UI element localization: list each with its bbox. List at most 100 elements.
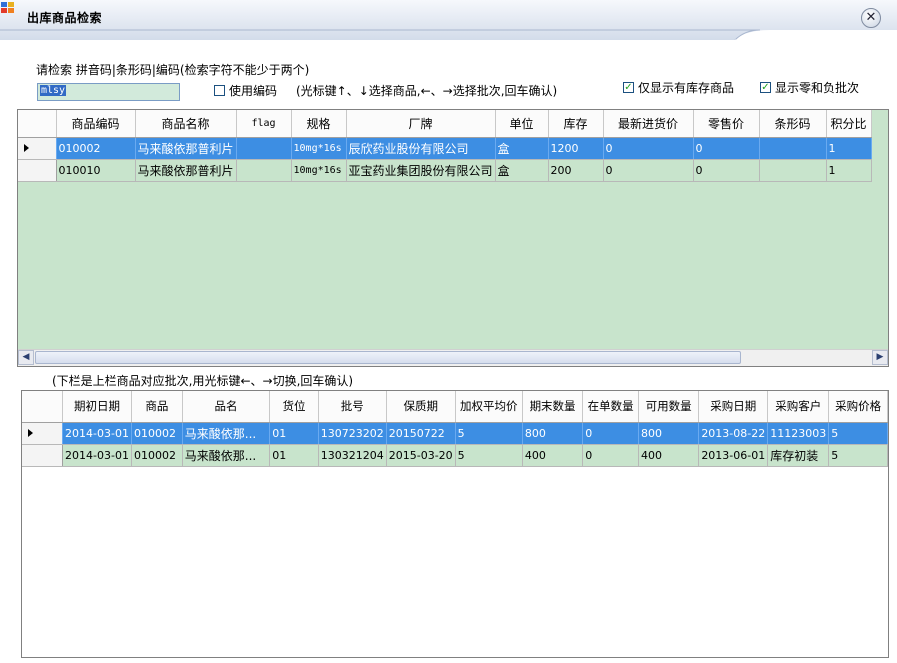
cell: 10mg*16s [291,137,347,160]
cell [236,137,292,160]
cell: 2014-03-01 [62,444,132,467]
table-row[interactable]: 2014-03-01 010002 马来酸依那... 01 130723202 … [22,422,888,445]
title-bar-background [0,0,897,40]
product-grid[interactable]: 商品编码 商品名称 flag 规格 厂牌 单位 库存 最新进货价 零售价 条形码… [17,109,889,367]
col-header[interactable]: 商品编码 [56,110,136,138]
batch-grid[interactable]: 期初日期 商品 品名 货位 批号 保质期 加权平均价 期末数量 在单数量 可用数… [21,390,889,658]
cell: 2015-03-20 [386,444,456,467]
col-header[interactable]: 积分比 [826,110,872,138]
col-header[interactable]: 在单数量 [582,391,640,423]
cell: 0 [603,159,694,182]
batch-table: 期初日期 商品 品名 货位 批号 保质期 加权平均价 期末数量 在单数量 可用数… [22,391,888,467]
cell [236,159,292,182]
cell: 马来酸依那... [182,422,271,445]
product-table: 商品编码 商品名称 flag 规格 厂牌 单位 库存 最新进货价 零售价 条形码… [18,110,872,182]
col-header[interactable]: 批号 [318,391,387,423]
col-header[interactable]: 可用数量 [638,391,700,423]
window-title: 出库商品检索 [27,11,103,25]
show-zero-neg-checkbox[interactable]: ✓ 显示零和负批次 [760,79,859,96]
cell: 0 [603,137,694,160]
horizontal-scrollbar[interactable]: ◀ ▶ [18,349,888,366]
only-stock-label: 仅显示有库存商品 [638,81,735,95]
cell: 400 [522,444,584,467]
use-code-label: 使用编码 [229,84,278,98]
use-code-checkbox[interactable]: 使用编码 [214,82,277,99]
cell: 马来酸依那普利片 [135,137,237,160]
cell: 1 [826,137,872,160]
cell: 010002 [56,137,136,160]
col-header[interactable]: 加权平均价 [455,391,523,423]
cell [759,137,827,160]
col-header[interactable]: 条形码 [759,110,827,138]
cell: 1 [826,159,872,182]
checkmark-icon: ✓ [623,82,634,93]
row-pointer [22,422,64,445]
checkmark-icon: ✓ [760,82,771,93]
search-input[interactable]: mlsy [37,83,180,101]
cell: 130723202 [318,422,387,445]
cell: 2013-08-22 [698,422,769,445]
col-header[interactable]: 货位 [269,391,319,423]
keyboard-hint: (光标键↑、↓选择商品,←、→选择批次,回车确认) [296,84,558,98]
table-row[interactable]: 2014-03-01 010002 马来酸依那... 01 130321204 … [22,444,888,467]
col-header[interactable]: 采购价格 [828,391,888,423]
current-row-arrow-icon [24,143,29,152]
cell: 5 [455,422,523,445]
cell: 010002 [131,444,183,467]
cell: 5 [828,422,888,445]
only-stock-checkbox[interactable]: ✓ 仅显示有库存商品 [623,79,734,96]
cell: 20150722 [386,422,456,445]
col-header[interactable]: 规格 [291,110,347,138]
cell: 盒 [495,159,549,182]
cell: 800 [638,422,700,445]
title-bar: 出库商品检索 ✕ [0,0,897,40]
col-header[interactable]: 期初日期 [62,391,132,423]
cell: 5 [455,444,523,467]
table-row[interactable]: 010010 马来酸依那普利片 10mg*16s 亚宝药业集团股份有限公司 盒 … [18,159,872,182]
checkbox-unchecked-icon [214,85,225,96]
scrollbar-thumb[interactable] [35,351,741,364]
cell: 11123003 [767,422,830,445]
col-header[interactable]: 最新进货价 [603,110,694,138]
cell: 0 [582,422,640,445]
col-header[interactable]: 采购日期 [698,391,769,423]
col-header[interactable]: 采购客户 [767,391,830,423]
cell: 0 [693,159,760,182]
scroll-left-icon[interactable]: ◀ [18,350,34,365]
cell: 5 [828,444,888,467]
cell: 马来酸依那普利片 [135,159,237,182]
col-header[interactable]: 商品名称 [135,110,237,138]
search-input-value: mlsy [40,85,67,96]
scroll-right-icon[interactable]: ▶ [872,350,888,365]
cell: 01 [269,422,319,445]
row-header-corner [18,110,57,138]
cell: 10mg*16s [291,159,347,182]
col-header[interactable]: 库存 [548,110,604,138]
cell: 1200 [548,137,604,160]
col-header[interactable]: 保质期 [386,391,456,423]
cell: 0 [582,444,640,467]
col-header[interactable]: 厂牌 [346,110,496,138]
cell: 0 [693,137,760,160]
cell: 辰欣药业股份有限公司 [346,137,496,160]
cell: 盒 [495,137,549,160]
cell: 2014-03-01 [62,422,132,445]
col-header[interactable]: 品名 [182,391,271,423]
close-button[interactable]: ✕ [861,8,881,28]
col-header[interactable]: 单位 [495,110,549,138]
cell: 亚宝药业集团股份有限公司 [346,159,496,182]
current-row-arrow-icon [28,428,33,437]
batch-caption: (下栏是上栏商品对应批次,用光标键←、→切换,回车确认) [52,374,354,388]
app-window-icon [1,2,14,13]
cell: 库存初装 [767,444,830,467]
cell: 马来酸依那... [182,444,271,467]
col-header[interactable]: 零售价 [693,110,760,138]
cell: 130321204 [318,444,387,467]
cell: 400 [638,444,700,467]
col-header[interactable]: 商品 [131,391,183,423]
col-header[interactable]: 期末数量 [522,391,584,423]
table-row[interactable]: 010002 马来酸依那普利片 10mg*16s 辰欣药业股份有限公司 盒 12… [18,137,872,160]
col-header[interactable]: flag [236,110,292,138]
show-zero-neg-label: 显示零和负批次 [775,81,860,95]
cell: 2013-06-01 [698,444,769,467]
